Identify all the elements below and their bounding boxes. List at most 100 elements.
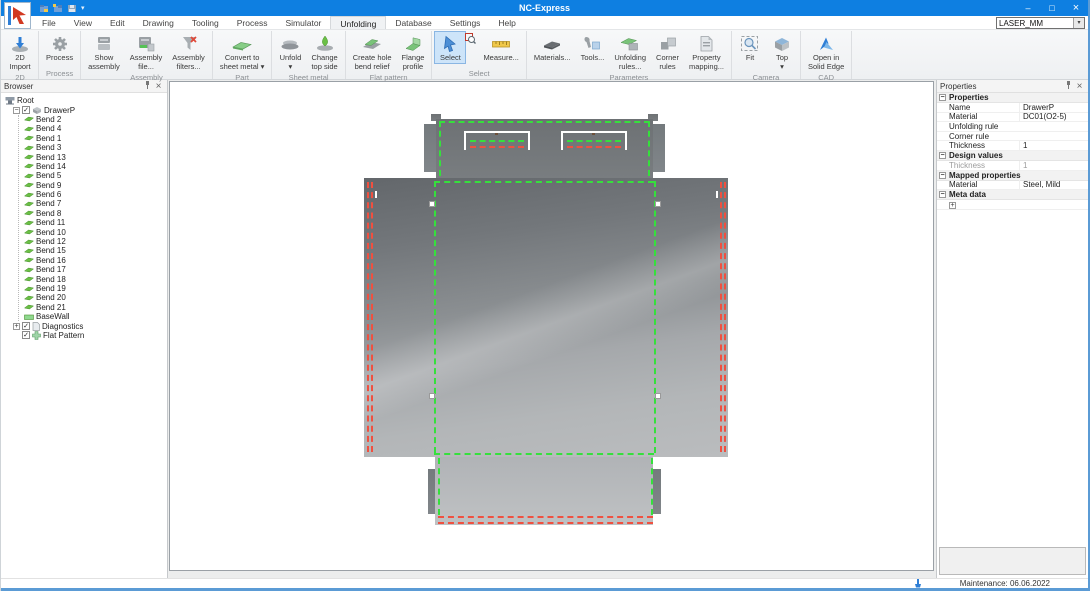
- flat-pattern-checkbox[interactable]: [22, 331, 30, 339]
- tree-item-bend[interactable]: Bend 12: [24, 237, 167, 246]
- tree-item-bend[interactable]: Bend 1: [24, 134, 167, 143]
- tree-item-bend[interactable]: Bend 18: [24, 274, 167, 283]
- tab-drawing[interactable]: Drawing: [134, 16, 183, 29]
- convert-to-sheet-metal-button[interactable]: Convert to sheet metal ▾: [215, 31, 270, 72]
- properties-pin-icon[interactable]: [1063, 81, 1074, 91]
- tab-tooling[interactable]: Tooling: [183, 16, 228, 29]
- tree-item-bend[interactable]: Bend 3: [24, 143, 167, 152]
- tab-edit[interactable]: Edit: [101, 16, 134, 29]
- tree-item-bend[interactable]: Bend 4: [24, 124, 167, 133]
- combo-dropdown-icon[interactable]: [1073, 18, 1084, 28]
- top-view-button[interactable]: Top ▾: [766, 31, 798, 72]
- property-value-mapped-material[interactable]: Steel, Mild: [1019, 180, 1088, 189]
- tree-item-bend[interactable]: Bend 17: [24, 265, 167, 274]
- meta-data-expander-icon[interactable]: [949, 202, 956, 209]
- process-button[interactable]: Process: [41, 31, 78, 64]
- new-file-icon[interactable]: [39, 4, 49, 13]
- tab-unfolding[interactable]: Unfolding: [330, 16, 386, 29]
- flat-pattern-icon: [32, 331, 41, 340]
- qat-customize-caret-icon[interactable]: ▾: [81, 5, 85, 12]
- section-properties[interactable]: Properties: [937, 93, 1088, 103]
- select-button[interactable]: Select: [434, 31, 466, 64]
- save-icon[interactable]: [67, 4, 77, 13]
- assembly-file-button[interactable]: Assembly file...: [125, 31, 168, 72]
- tab-help[interactable]: Help: [489, 16, 524, 29]
- fit-button[interactable]: Fit: [734, 31, 766, 64]
- drawerp-checkbox[interactable]: [22, 106, 30, 114]
- bend-line: [434, 453, 654, 455]
- diagnostics-checkbox[interactable]: [22, 322, 30, 330]
- tree-item-bend[interactable]: Bend 19: [24, 284, 167, 293]
- zoom-region-icon[interactable]: [465, 33, 476, 44]
- tab-database[interactable]: Database: [386, 16, 440, 29]
- drawing-canvas[interactable]: [169, 81, 934, 571]
- tree-item-bend[interactable]: Bend 5: [24, 171, 167, 180]
- vertex-handle[interactable]: [655, 393, 661, 399]
- tree-item-bend[interactable]: Bend 20: [24, 293, 167, 302]
- tab-settings[interactable]: Settings: [441, 16, 490, 29]
- section-expander-icon[interactable]: [939, 152, 946, 159]
- tab-view[interactable]: View: [65, 16, 101, 29]
- tree-item-bend[interactable]: Bend 21: [24, 303, 167, 312]
- tree-item-drawerp[interactable]: DrawerP: [5, 105, 167, 114]
- flat-pattern-main-body[interactable]: [364, 178, 728, 457]
- app-logo[interactable]: [4, 2, 31, 29]
- tree-item-bend[interactable]: Bend 2: [24, 115, 167, 124]
- show-assembly-button[interactable]: Show assembly: [83, 31, 125, 72]
- minimize-button[interactable]: [1016, 0, 1040, 16]
- tree-item-bend[interactable]: Bend 16: [24, 256, 167, 265]
- open-file-icon[interactable]: [53, 4, 63, 13]
- open-in-solid-edge-button[interactable]: Open in Solid Edge: [803, 31, 849, 72]
- tab-simulator[interactable]: Simulator: [276, 16, 330, 29]
- tree-item-bend[interactable]: Bend 8: [24, 209, 167, 218]
- section-expander-icon[interactable]: [939, 94, 946, 101]
- convert-to-sheet-metal-icon: [231, 33, 253, 54]
- property-value-material[interactable]: DC01(O2-5): [1019, 112, 1088, 121]
- properties-close-icon[interactable]: [1074, 81, 1085, 92]
- change-top-side-button[interactable]: Change top side: [306, 31, 342, 72]
- tools-button[interactable]: Tools...: [576, 31, 610, 64]
- tree-item-flat-pattern[interactable]: Flat Pattern: [5, 331, 167, 340]
- tree-item-bend[interactable]: Bend 6: [24, 190, 167, 199]
- property-mapping-button[interactable]: Property mapping...: [684, 31, 729, 72]
- materials-button[interactable]: Materials...: [529, 31, 576, 64]
- tree-item-diagnostics[interactable]: Diagnostics: [5, 321, 167, 330]
- section-mapped-properties[interactable]: Mapped properties: [937, 171, 1088, 181]
- measure-button[interactable]: Measure...: [478, 31, 523, 64]
- vertex-handle[interactable]: [429, 393, 435, 399]
- tree-item-basewall[interactable]: BaseWall: [24, 312, 167, 321]
- tab-file[interactable]: File: [33, 16, 65, 29]
- tree-item-bend[interactable]: Bend 7: [24, 199, 167, 208]
- corner-rules-button[interactable]: Corner rules: [651, 31, 684, 72]
- tree-item-bend[interactable]: Bend 10: [24, 227, 167, 236]
- flat-pattern-bottom-flap[interactable]: [435, 456, 653, 525]
- drawerp-expander-icon[interactable]: [13, 107, 20, 114]
- tree-flat-pattern-label: Flat Pattern: [43, 331, 84, 340]
- unfold-button[interactable]: Unfold ▾: [274, 31, 306, 72]
- maximize-button[interactable]: [1040, 0, 1064, 16]
- tree-item-bend[interactable]: Bend 9: [24, 181, 167, 190]
- tree-item-bend[interactable]: Bend 14: [24, 162, 167, 171]
- section-expander-icon[interactable]: [939, 191, 946, 198]
- property-value-thickness[interactable]: 1: [1019, 141, 1088, 150]
- flange-profile-button[interactable]: Flange profile: [397, 31, 430, 72]
- section-design-values[interactable]: Design values: [937, 151, 1088, 161]
- diagnostics-expander-icon[interactable]: [13, 323, 20, 330]
- close-button[interactable]: [1064, 0, 1088, 16]
- vertex-handle[interactable]: [429, 201, 435, 207]
- tree-item-root[interactable]: Root: [5, 96, 167, 105]
- assembly-filters-button[interactable]: Assembly filters...: [167, 31, 210, 72]
- tree-item-bend[interactable]: Bend 11: [24, 218, 167, 227]
- technology-profile-combo[interactable]: LASER_MM: [996, 17, 1085, 29]
- tree-item-bend[interactable]: Bend 13: [24, 152, 167, 161]
- section-meta-data[interactable]: Meta data: [937, 190, 1088, 200]
- create-hole-bend-relief-button[interactable]: Create hole bend relief: [348, 31, 397, 72]
- tab-process[interactable]: Process: [228, 16, 277, 29]
- section-expander-icon[interactable]: [939, 172, 946, 179]
- property-value-name[interactable]: DrawerP: [1019, 103, 1088, 112]
- unfolding-rules-button[interactable]: Unfolding rules...: [609, 31, 651, 72]
- ribbon-group-part: Convert to sheet metal ▾ Part: [213, 31, 273, 79]
- vertex-handle[interactable]: [655, 201, 661, 207]
- 2d-import-button[interactable]: 2D Import: [4, 31, 36, 72]
- tree-item-bend[interactable]: Bend 15: [24, 246, 167, 255]
